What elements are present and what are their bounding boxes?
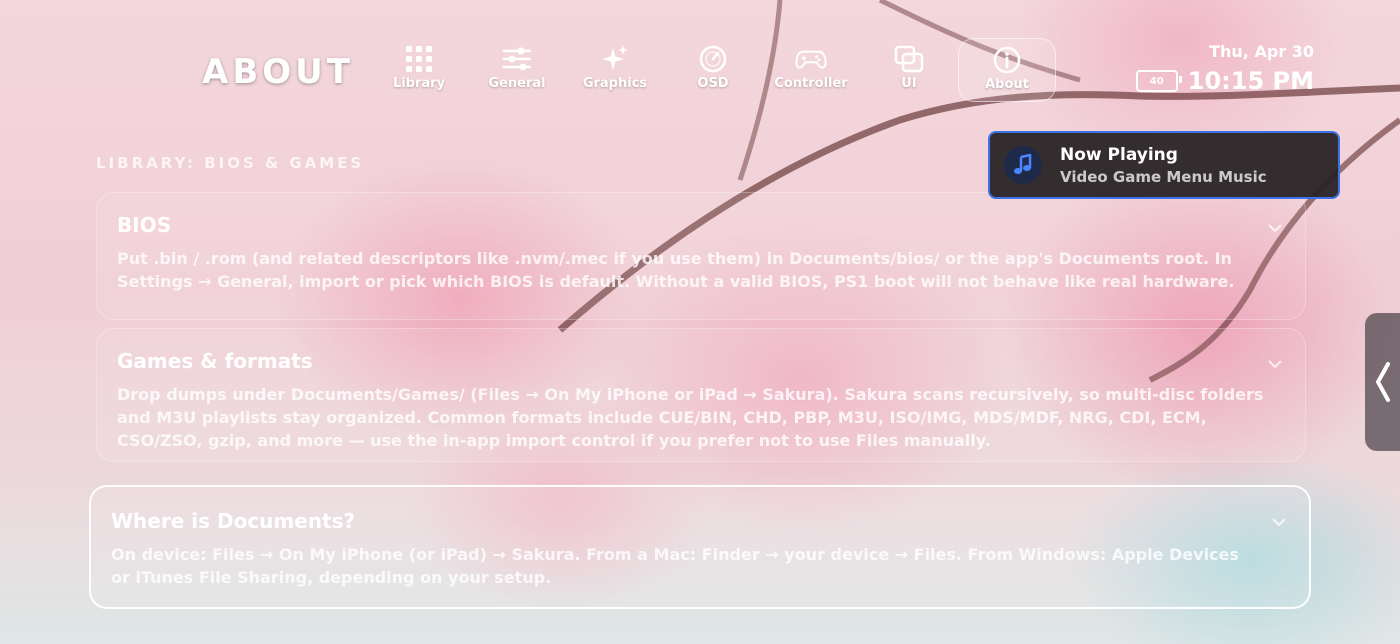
sliders-icon <box>502 47 532 71</box>
info-icon <box>993 46 1021 74</box>
grid-icon <box>406 46 432 72</box>
card-body: Drop dumps under Documents/Games/ (Files… <box>117 385 1264 450</box>
side-panel-handle[interactable] <box>1365 313 1400 451</box>
gamepad-icon <box>795 50 827 69</box>
faq-card-bios[interactable]: BIOS Put .bin / .rom (and related descri… <box>96 192 1306 320</box>
section-heading: LIBRARY: BIOS & GAMES <box>96 154 365 172</box>
card-title: Where is Documents? <box>111 509 356 533</box>
tab-controller[interactable]: Controller <box>762 38 860 102</box>
tab-label: OSD <box>697 76 729 91</box>
date-text: Thu, Apr 30 <box>1209 42 1314 61</box>
chevron-down-icon <box>1268 224 1282 233</box>
now-playing-track: Video Game Menu Music <box>1060 167 1267 186</box>
faq-card-games[interactable]: Games & formats Drop dumps under Documen… <box>96 328 1306 462</box>
faq-card-documents[interactable]: Where is Documents? On device: Files → O… <box>89 485 1311 609</box>
tab-library[interactable]: Library <box>370 38 468 102</box>
tab-label: Graphics <box>582 76 648 91</box>
page-title: ABOUT <box>202 52 354 92</box>
battery-level: 40 <box>1149 75 1164 87</box>
tab-ui[interactable]: UI <box>860 38 958 102</box>
now-playing-title: Now Playing <box>1060 144 1178 165</box>
battery-icon: 40 <box>1135 70 1182 92</box>
card-body: On device: Files → On My iPhone (or iPad… <box>111 545 1239 587</box>
gauge-icon <box>699 45 727 73</box>
tab-graphics[interactable]: Graphics <box>566 38 664 102</box>
windows-icon <box>894 45 924 73</box>
card-title: Games & formats <box>117 349 313 373</box>
tab-label: UI <box>901 76 917 91</box>
status-clock: Thu, Apr 30 40 10:15 PM <box>1135 42 1314 95</box>
tab-about[interactable]: About <box>958 38 1056 102</box>
top-nav: Library General Graphics OSD Controller … <box>370 38 1056 102</box>
tab-general[interactable]: General <box>468 38 566 102</box>
chevron-left-icon <box>1375 362 1390 402</box>
tab-label: About <box>985 77 1029 92</box>
now-playing-toast: Now Playing Video Game Menu Music <box>988 131 1340 199</box>
chevron-down-icon <box>1268 360 1282 369</box>
tab-osd[interactable]: OSD <box>664 38 762 102</box>
time-text: 10:15 PM <box>1187 67 1314 95</box>
chevron-down-icon <box>1272 518 1286 527</box>
card-body: Put .bin / .rom (and related descriptors… <box>117 249 1235 291</box>
tab-label: Controller <box>774 76 848 91</box>
tab-label: Library <box>392 76 446 91</box>
tab-label: General <box>488 76 546 91</box>
card-title: BIOS <box>117 213 172 237</box>
music-note-icon <box>1004 146 1042 184</box>
sparkles-icon <box>602 45 628 70</box>
